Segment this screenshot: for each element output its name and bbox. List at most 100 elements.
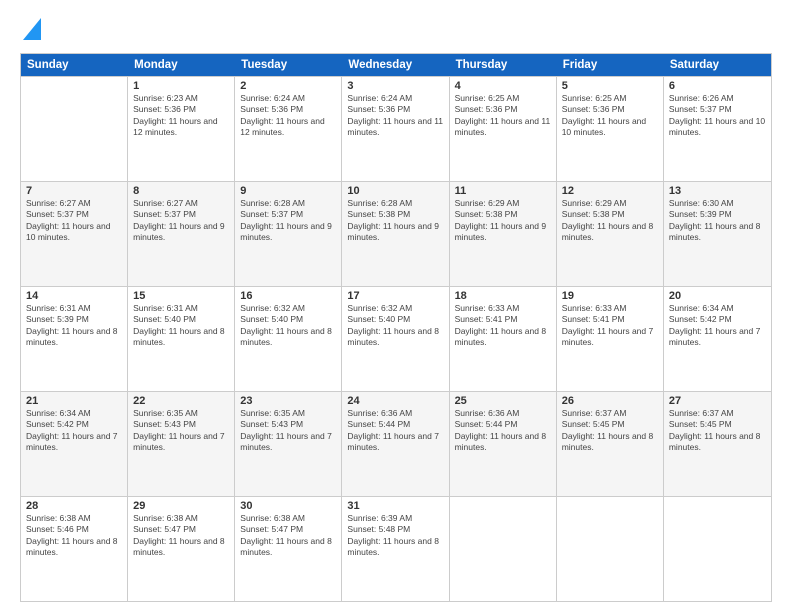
day-number: 26 [562,395,658,407]
day-header-saturday: Saturday [664,54,771,76]
cell-info: Sunrise: 6:36 AM Sunset: 5:44 PM Dayligh… [347,408,443,454]
calendar-row-4: 28Sunrise: 6:38 AM Sunset: 5:46 PM Dayli… [21,496,771,601]
calendar-header: SundayMondayTuesdayWednesdayThursdayFrid… [21,54,771,76]
cell-info: Sunrise: 6:32 AM Sunset: 5:40 PM Dayligh… [240,303,336,349]
calendar-row-0: 1Sunrise: 6:23 AM Sunset: 5:36 PM Daylig… [21,76,771,181]
day-number: 12 [562,185,658,197]
calendar-cell: 6Sunrise: 6:26 AM Sunset: 5:37 PM Daylig… [664,77,771,181]
day-number: 21 [26,395,122,407]
day-header-thursday: Thursday [450,54,557,76]
calendar-row-2: 14Sunrise: 6:31 AM Sunset: 5:39 PM Dayli… [21,286,771,391]
cell-info: Sunrise: 6:35 AM Sunset: 5:43 PM Dayligh… [240,408,336,454]
cell-info: Sunrise: 6:37 AM Sunset: 5:45 PM Dayligh… [669,408,766,454]
day-number: 22 [133,395,229,407]
day-number: 8 [133,185,229,197]
day-number: 9 [240,185,336,197]
calendar-cell: 25Sunrise: 6:36 AM Sunset: 5:44 PM Dayli… [450,392,557,496]
calendar-cell: 13Sunrise: 6:30 AM Sunset: 5:39 PM Dayli… [664,182,771,286]
calendar-cell: 24Sunrise: 6:36 AM Sunset: 5:44 PM Dayli… [342,392,449,496]
day-number: 25 [455,395,551,407]
day-number: 20 [669,290,766,302]
cell-info: Sunrise: 6:28 AM Sunset: 5:38 PM Dayligh… [347,198,443,244]
day-header-monday: Monday [128,54,235,76]
day-number: 6 [669,80,766,92]
cell-info: Sunrise: 6:24 AM Sunset: 5:36 PM Dayligh… [240,93,336,139]
calendar-cell: 7Sunrise: 6:27 AM Sunset: 5:37 PM Daylig… [21,182,128,286]
calendar-row-3: 21Sunrise: 6:34 AM Sunset: 5:42 PM Dayli… [21,391,771,496]
cell-info: Sunrise: 6:27 AM Sunset: 5:37 PM Dayligh… [133,198,229,244]
calendar-cell: 18Sunrise: 6:33 AM Sunset: 5:41 PM Dayli… [450,287,557,391]
calendar-cell: 2Sunrise: 6:24 AM Sunset: 5:36 PM Daylig… [235,77,342,181]
day-header-tuesday: Tuesday [235,54,342,76]
cell-info: Sunrise: 6:25 AM Sunset: 5:36 PM Dayligh… [562,93,658,139]
calendar-cell: 14Sunrise: 6:31 AM Sunset: 5:39 PM Dayli… [21,287,128,391]
day-number: 17 [347,290,443,302]
calendar-cell: 26Sunrise: 6:37 AM Sunset: 5:45 PM Dayli… [557,392,664,496]
calendar-cell: 5Sunrise: 6:25 AM Sunset: 5:36 PM Daylig… [557,77,664,181]
calendar-cell: 1Sunrise: 6:23 AM Sunset: 5:36 PM Daylig… [128,77,235,181]
day-number: 19 [562,290,658,302]
calendar-row-1: 7Sunrise: 6:27 AM Sunset: 5:37 PM Daylig… [21,181,771,286]
calendar-cell: 17Sunrise: 6:32 AM Sunset: 5:40 PM Dayli… [342,287,449,391]
page: SundayMondayTuesdayWednesdayThursdayFrid… [0,0,792,612]
day-number: 29 [133,500,229,512]
calendar-cell [664,497,771,601]
cell-info: Sunrise: 6:36 AM Sunset: 5:44 PM Dayligh… [455,408,551,454]
cell-info: Sunrise: 6:27 AM Sunset: 5:37 PM Dayligh… [26,198,122,244]
cell-info: Sunrise: 6:33 AM Sunset: 5:41 PM Dayligh… [455,303,551,349]
calendar-cell: 9Sunrise: 6:28 AM Sunset: 5:37 PM Daylig… [235,182,342,286]
calendar-body: 1Sunrise: 6:23 AM Sunset: 5:36 PM Daylig… [21,76,771,601]
day-number: 7 [26,185,122,197]
calendar-cell [557,497,664,601]
day-number: 4 [455,80,551,92]
calendar-cell: 20Sunrise: 6:34 AM Sunset: 5:42 PM Dayli… [664,287,771,391]
day-header-sunday: Sunday [21,54,128,76]
cell-info: Sunrise: 6:38 AM Sunset: 5:47 PM Dayligh… [133,513,229,559]
day-number: 10 [347,185,443,197]
cell-info: Sunrise: 6:34 AM Sunset: 5:42 PM Dayligh… [669,303,766,349]
cell-info: Sunrise: 6:26 AM Sunset: 5:37 PM Dayligh… [669,93,766,139]
calendar-cell: 23Sunrise: 6:35 AM Sunset: 5:43 PM Dayli… [235,392,342,496]
calendar-cell: 8Sunrise: 6:27 AM Sunset: 5:37 PM Daylig… [128,182,235,286]
calendar-cell: 22Sunrise: 6:35 AM Sunset: 5:43 PM Dayli… [128,392,235,496]
day-number: 23 [240,395,336,407]
cell-info: Sunrise: 6:35 AM Sunset: 5:43 PM Dayligh… [133,408,229,454]
day-number: 15 [133,290,229,302]
calendar-cell [21,77,128,181]
calendar-cell: 12Sunrise: 6:29 AM Sunset: 5:38 PM Dayli… [557,182,664,286]
day-number: 3 [347,80,443,92]
cell-info: Sunrise: 6:38 AM Sunset: 5:46 PM Dayligh… [26,513,122,559]
cell-info: Sunrise: 6:34 AM Sunset: 5:42 PM Dayligh… [26,408,122,454]
cell-info: Sunrise: 6:32 AM Sunset: 5:40 PM Dayligh… [347,303,443,349]
logo [20,16,41,45]
calendar-cell: 21Sunrise: 6:34 AM Sunset: 5:42 PM Dayli… [21,392,128,496]
calendar-cell: 27Sunrise: 6:37 AM Sunset: 5:45 PM Dayli… [664,392,771,496]
calendar-cell: 3Sunrise: 6:24 AM Sunset: 5:36 PM Daylig… [342,77,449,181]
cell-info: Sunrise: 6:23 AM Sunset: 5:36 PM Dayligh… [133,93,229,139]
cell-info: Sunrise: 6:38 AM Sunset: 5:47 PM Dayligh… [240,513,336,559]
cell-info: Sunrise: 6:39 AM Sunset: 5:48 PM Dayligh… [347,513,443,559]
calendar-cell [450,497,557,601]
cell-info: Sunrise: 6:29 AM Sunset: 5:38 PM Dayligh… [455,198,551,244]
cell-info: Sunrise: 6:24 AM Sunset: 5:36 PM Dayligh… [347,93,443,139]
cell-info: Sunrise: 6:31 AM Sunset: 5:39 PM Dayligh… [26,303,122,349]
calendar-cell: 30Sunrise: 6:38 AM Sunset: 5:47 PM Dayli… [235,497,342,601]
day-number: 1 [133,80,229,92]
day-header-wednesday: Wednesday [342,54,449,76]
cell-info: Sunrise: 6:30 AM Sunset: 5:39 PM Dayligh… [669,198,766,244]
calendar-cell: 28Sunrise: 6:38 AM Sunset: 5:46 PM Dayli… [21,497,128,601]
logo-icon [23,18,41,40]
day-number: 16 [240,290,336,302]
cell-info: Sunrise: 6:25 AM Sunset: 5:36 PM Dayligh… [455,93,551,139]
day-number: 24 [347,395,443,407]
day-number: 30 [240,500,336,512]
day-number: 31 [347,500,443,512]
day-number: 27 [669,395,766,407]
day-number: 11 [455,185,551,197]
day-number: 28 [26,500,122,512]
calendar-cell: 29Sunrise: 6:38 AM Sunset: 5:47 PM Dayli… [128,497,235,601]
day-number: 13 [669,185,766,197]
calendar-cell: 11Sunrise: 6:29 AM Sunset: 5:38 PM Dayli… [450,182,557,286]
calendar: SundayMondayTuesdayWednesdayThursdayFrid… [20,53,772,602]
cell-info: Sunrise: 6:29 AM Sunset: 5:38 PM Dayligh… [562,198,658,244]
